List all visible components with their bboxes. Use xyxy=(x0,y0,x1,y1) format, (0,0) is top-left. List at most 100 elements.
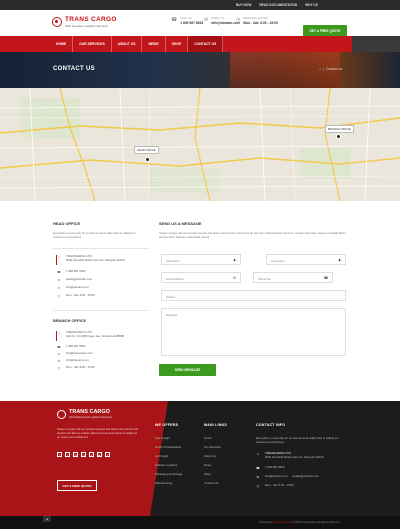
linkedin-icon[interactable]: in xyxy=(81,452,86,457)
mail-icon: ✉ xyxy=(57,359,61,363)
map-graphic xyxy=(0,88,400,201)
footer-link[interactable]: Air Freight xyxy=(155,454,182,458)
scroll-top-icon[interactable]: ▲ xyxy=(43,516,51,522)
subject-placeholder: Subject xyxy=(166,294,176,299)
branch-office-email2: ✉ info@domain.com xyxy=(57,358,89,363)
documentation-link[interactable]: READ DOCUMENTATION xyxy=(259,3,297,7)
footer-link[interactable]: Sea Freight xyxy=(155,436,182,440)
header-call: ☎ CALL US 1 800 987 6543 xyxy=(171,16,203,25)
buy-now-link[interactable]: BUY NOW xyxy=(236,3,251,7)
phone-icon: ☎ xyxy=(171,17,178,23)
nav-news[interactable]: NEWS xyxy=(142,36,166,52)
footer-logo[interactable]: TRANS CARGO Well Maintained Logistics Se… xyxy=(57,409,112,419)
email-placeholder: Email Address xyxy=(166,276,184,281)
breadcrumb-current: Contact us xyxy=(326,67,343,71)
head-office-pin-label: HEAD OFFICE xyxy=(134,146,159,154)
map-marker-icon[interactable] xyxy=(145,157,150,162)
footer-address: ⌂ TRANSCARGO LTD. 3040 Nomehill Station A… xyxy=(256,451,324,460)
address-text: 3040 Nomehill Station Ave CA, Newyork 22… xyxy=(265,454,324,459)
copyright-author[interactable]: Designthemes xyxy=(273,520,291,524)
vimeo-icon[interactable]: V xyxy=(105,452,110,457)
nav-about[interactable]: ABOUT US xyxy=(112,36,143,52)
twitter-icon[interactable]: t xyxy=(65,452,70,457)
clock-icon: ◷ xyxy=(57,366,61,370)
form-title: SEND US A MESSAGE xyxy=(159,221,202,226)
pinterest-icon[interactable]: p xyxy=(89,452,94,457)
nav-home[interactable]: HOME xyxy=(50,36,74,52)
head-office-phone: ☎ 1 800 987 6543 xyxy=(57,269,86,274)
map-marker-icon[interactable] xyxy=(336,134,341,139)
youtube-icon[interactable]: ▶ xyxy=(97,452,102,457)
phone-icon: ☎ xyxy=(323,276,328,280)
offers-title: WE OFFERS xyxy=(155,423,179,427)
email-text[interactable]: info@transcargo.com xyxy=(66,351,93,356)
user-icon: ♟ xyxy=(232,258,236,262)
phone-text: 1 800 987 6543 xyxy=(66,344,86,348)
why-us-link[interactable]: WHY US xyxy=(305,3,318,7)
facebook-icon[interactable]: f xyxy=(57,452,62,457)
footer-link[interactable]: Our Services xyxy=(204,445,221,449)
footer-link[interactable]: Packaging & Storage xyxy=(155,472,182,476)
links-title: MAIN LINKS xyxy=(204,423,227,427)
logo[interactable]: TRANS CARGO Well Versatile Logistics Ser… xyxy=(52,16,117,28)
home-icon[interactable]: ⌂ xyxy=(319,67,321,71)
user-icon: ♟ xyxy=(337,258,341,262)
email-input[interactable]: Email Address ✉ xyxy=(161,272,241,283)
footer-link[interactable]: About Us xyxy=(204,454,221,458)
head-office-email: ✉ quality@domain.com xyxy=(57,277,93,282)
message-textarea[interactable]: Message xyxy=(161,308,346,356)
top-links: BUY NOW READ DOCUMENTATION WHY US xyxy=(236,3,318,7)
main-nav: HOME OUR SERVICES ABOUT US NEWS SHOP CON… xyxy=(0,36,400,52)
form-intro: Integer congue elit non semper laoreet s… xyxy=(159,231,347,239)
contact-info-title: CONTACT INFO xyxy=(256,423,286,427)
head-office-title: HEAD OFFICE xyxy=(53,221,81,226)
nav-services[interactable]: OUR SERVICES xyxy=(73,36,112,52)
footer-link[interactable]: Warehousing xyxy=(155,481,182,485)
subject-input[interactable]: Subject xyxy=(161,290,346,301)
nav-bar: HOME OUR SERVICES ABOUT US NEWS SHOP CON… xyxy=(46,36,352,52)
mail-icon: ✉ xyxy=(233,276,236,280)
email-text[interactable]: quality@domain.com xyxy=(293,474,319,479)
call-label: CALL US xyxy=(180,16,192,20)
header-email: ✉ EMAIL US info@domain.com xyxy=(204,16,240,25)
location-icon: ⌂ xyxy=(257,452,259,456)
clock-icon: ◷ xyxy=(256,484,260,488)
email-text[interactable]: info@domain.com xyxy=(66,285,89,290)
location-map[interactable]: HEAD OFFICE BRANCH OFFICE xyxy=(0,88,400,201)
footer-quote-button[interactable]: GET A FREE QUOTE xyxy=(57,480,97,491)
email-text[interactable]: quality@domain.com xyxy=(66,277,92,282)
phone-text: 1 800 987 6543 xyxy=(66,269,86,273)
footer-link[interactable]: Railway Logistics xyxy=(155,463,182,467)
nav-shop[interactable]: SHOP xyxy=(166,36,189,52)
email-text[interactable]: info@domain.com xyxy=(66,358,89,363)
nav-contact[interactable]: CONTACT US xyxy=(188,36,224,52)
address-text: 3040 Nomehill Station Ave CA, Newyork 22… xyxy=(66,257,125,262)
footer-link[interactable]: Road Transportation xyxy=(155,445,182,449)
phone-icon: ☎ xyxy=(256,466,260,470)
footer-link[interactable]: Shop xyxy=(204,472,221,476)
hours-value: Mon - Sat: 8.00 - 15:00 xyxy=(243,21,279,25)
footer-link[interactable]: News xyxy=(204,463,221,467)
copyright-text: Created by Designthemes © 2015 TransCarg… xyxy=(259,520,340,524)
first-name-input[interactable]: First Name ♟ xyxy=(161,254,241,265)
hours-text: Mon - Sat: 8.00 - 15:00 xyxy=(66,365,95,369)
last-name-input[interactable]: Last Name ♟ xyxy=(266,254,346,265)
footer-link[interactable]: Home xyxy=(204,436,221,440)
breadcrumb: ⌂ / Contact us xyxy=(319,67,342,71)
footer-link[interactable]: Contact Us xyxy=(204,481,221,485)
head-office-intro: Everyday is a new day for us and we work… xyxy=(53,231,136,239)
logo-mark-icon xyxy=(52,16,62,27)
breadcrumb-separator: / xyxy=(323,67,325,71)
email-text[interactable]: info@domain.com xyxy=(265,474,288,479)
google-plus-icon[interactable]: G xyxy=(73,452,78,457)
last-name-placeholder: Last Name xyxy=(271,258,285,263)
location-icon: ⌂ xyxy=(58,331,60,335)
footer-brand-tagline: Well Maintained Logistics Services xyxy=(69,415,113,419)
mail-icon: ✉ xyxy=(57,352,61,356)
top-bar: BUY NOW READ DOCUMENTATION WHY US xyxy=(0,0,400,10)
phone-placeholder: Phone No. xyxy=(258,276,272,281)
head-office-hours: ◷ Mon - Sat: 8.00 - 15:00 xyxy=(57,293,95,298)
head-office-email2: ✉ info@domain.com xyxy=(57,285,89,290)
phone-input[interactable]: Phone No. ☎ xyxy=(253,272,333,283)
send-message-button[interactable]: SEND MESSAGE xyxy=(159,364,216,376)
